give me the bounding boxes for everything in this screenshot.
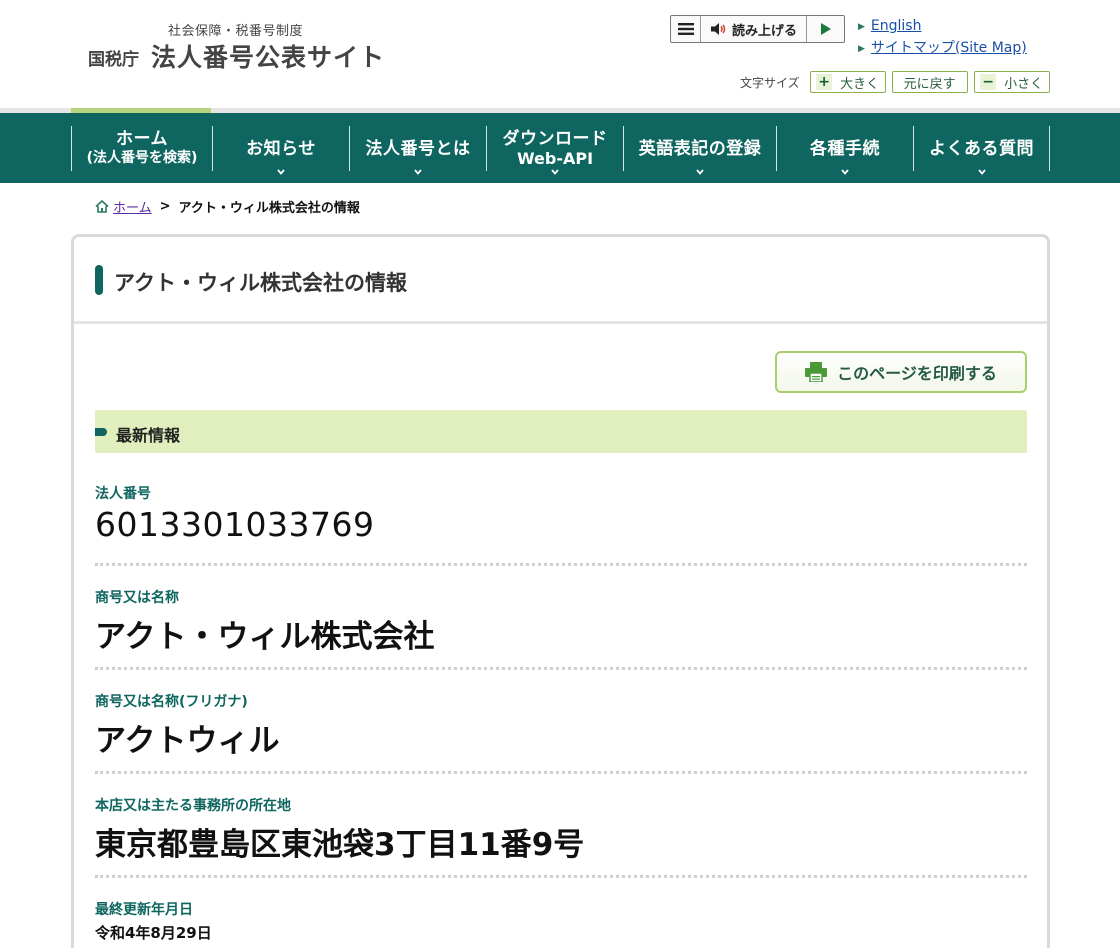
- title-accent-bar: [95, 265, 103, 295]
- field-trade-name-furigana: 商号又は名称(フリガナ) アクトウィル: [95, 691, 1027, 774]
- field-label: 本店又は主たる事務所の所在地: [95, 798, 291, 814]
- field-label: 商号又は名称(フリガナ): [95, 694, 248, 710]
- english-link[interactable]: English: [871, 18, 922, 34]
- field-trade-name: 商号又は名称 アクト・ウィル株式会社: [95, 587, 1027, 670]
- breadcrumb: ホーム > アクト・ウィル株式会社の情報: [95, 197, 360, 216]
- field-label: 法人番号: [95, 486, 151, 502]
- top-links: ▶ English ▶ サイトマップ(Site Map): [858, 16, 1027, 60]
- nav-item-label: よくある質問: [929, 138, 1034, 159]
- field-divider: [95, 875, 1027, 878]
- field-divider: [95, 667, 1027, 670]
- field-label: 商号又は名称: [95, 590, 179, 606]
- font-smaller-button[interactable]: − 小さく: [973, 71, 1050, 93]
- nav-item-english-registration[interactable]: 英語表記の登録: [623, 126, 776, 175]
- site-subtitle: 社会保障・税番号制度: [168, 24, 304, 39]
- nav-item-procedures[interactable]: 各種手続: [776, 126, 913, 175]
- address-value: 東京都豊島区東池袋3丁目11番9号: [95, 827, 585, 863]
- nav-item-label: 各種手続: [810, 138, 880, 159]
- breadcrumb-current: アクト・ウィル株式会社の情報: [178, 201, 360, 216]
- print-page-label: このページを印刷する: [837, 364, 997, 383]
- play-button[interactable]: [807, 16, 844, 42]
- field-corporate-number: 法人番号 6013301033769: [95, 483, 1027, 566]
- field-last-updated: 最終更新年月日 令和4年8月29日: [95, 899, 1027, 943]
- site-agency: 国税庁: [88, 50, 139, 70]
- field-divider: [95, 771, 1027, 774]
- panel-header: アクト・ウィル株式会社の情報: [74, 237, 1047, 324]
- page-title: アクト・ウィル株式会社の情報: [114, 271, 407, 295]
- nav-item-label: お知らせ: [246, 138, 316, 159]
- nav-item-label: 英語表記の登録: [638, 138, 762, 159]
- nav-item-label: 法人番号とは: [365, 138, 471, 159]
- nav-item-sublabel: Web-API: [516, 148, 594, 168]
- home-icon: [95, 200, 109, 213]
- nav-item-about[interactable]: 法人番号とは: [349, 126, 486, 175]
- chevron-down-icon: [551, 169, 559, 175]
- nav-item-faq[interactable]: よくある質問: [913, 126, 1050, 175]
- field-divider: [95, 563, 1027, 566]
- corporate-number-value: 6013301033769: [95, 505, 375, 544]
- play-icon: [820, 23, 831, 35]
- font-larger-button[interactable]: + 大きく: [809, 71, 886, 93]
- read-aloud-menu-button[interactable]: [671, 16, 701, 42]
- read-aloud-label: 読み上げる: [731, 23, 797, 39]
- section-header-latest: 最新情報: [95, 410, 1027, 453]
- breadcrumb-separator: >: [159, 199, 171, 214]
- speaker-icon: [710, 23, 726, 35]
- font-reset-label: 元に戻す: [903, 76, 956, 92]
- font-larger-label: 大きく: [840, 76, 880, 92]
- nav-item-download[interactable]: ダウンロード Web-API: [486, 126, 623, 175]
- breadcrumb-home-link[interactable]: ホーム: [113, 197, 152, 216]
- nav-item-sublabel: (法人番号を検索): [86, 150, 198, 166]
- last-updated-value: 令和4年8月29日: [95, 924, 212, 942]
- section-marker: [95, 428, 107, 436]
- font-size-label: 文字サイズ: [740, 75, 800, 90]
- field-head-office-address: 本店又は主たる事務所の所在地 東京都豊島区東池袋3丁目11番9号: [95, 795, 1027, 878]
- chevron-right-icon: ▶: [858, 22, 865, 32]
- font-smaller-label: 小さく: [1004, 76, 1044, 92]
- print-page-button[interactable]: このページを印刷する: [775, 351, 1027, 393]
- furigana-value: アクトウィル: [95, 723, 280, 759]
- read-aloud-toolbar: 読み上げる: [670, 15, 845, 43]
- section-title: 最新情報: [116, 426, 181, 445]
- chevron-down-icon: [841, 169, 849, 175]
- nav-item-label: ホーム: [116, 129, 168, 149]
- nav-item-label: ダウンロード: [502, 128, 608, 149]
- sitemap-link[interactable]: サイトマップ(Site Map): [871, 40, 1027, 56]
- plus-icon: +: [816, 74, 833, 90]
- trade-name-value: アクト・ウィル株式会社: [95, 619, 435, 655]
- global-nav: ホーム (法人番号を検索) お知らせ 法人番号とは ダウンロード Web-API…: [0, 113, 1120, 183]
- printer-icon: [805, 362, 828, 382]
- minus-icon: −: [980, 74, 997, 90]
- nav-item-news[interactable]: お知らせ: [212, 126, 349, 175]
- field-label: 最終更新年月日: [95, 902, 193, 918]
- site-header: 社会保障・税番号制度 国税庁 法人番号公表サイト 読み上げる ▶ English: [0, 0, 1120, 108]
- chevron-down-icon: [977, 169, 986, 175]
- chevron-right-icon: ▶: [858, 44, 865, 54]
- hamburger-icon: [677, 23, 694, 35]
- font-reset-button[interactable]: 元に戻す: [891, 71, 968, 93]
- chevron-down-icon: [277, 169, 285, 175]
- site-logo-title[interactable]: 法人番号公表サイト: [151, 38, 385, 74]
- nav-item-home[interactable]: ホーム (法人番号を検索): [71, 126, 212, 171]
- corporate-info-panel: アクト・ウィル株式会社の情報 このページを印刷する 最新情報 法人番号 6013…: [71, 234, 1050, 948]
- font-size-controls: 文字サイズ + 大きく 元に戻す − 小さく: [740, 71, 1050, 93]
- read-aloud-button[interactable]: 読み上げる: [701, 16, 807, 42]
- chevron-down-icon: [696, 169, 704, 175]
- chevron-down-icon: [414, 169, 422, 175]
